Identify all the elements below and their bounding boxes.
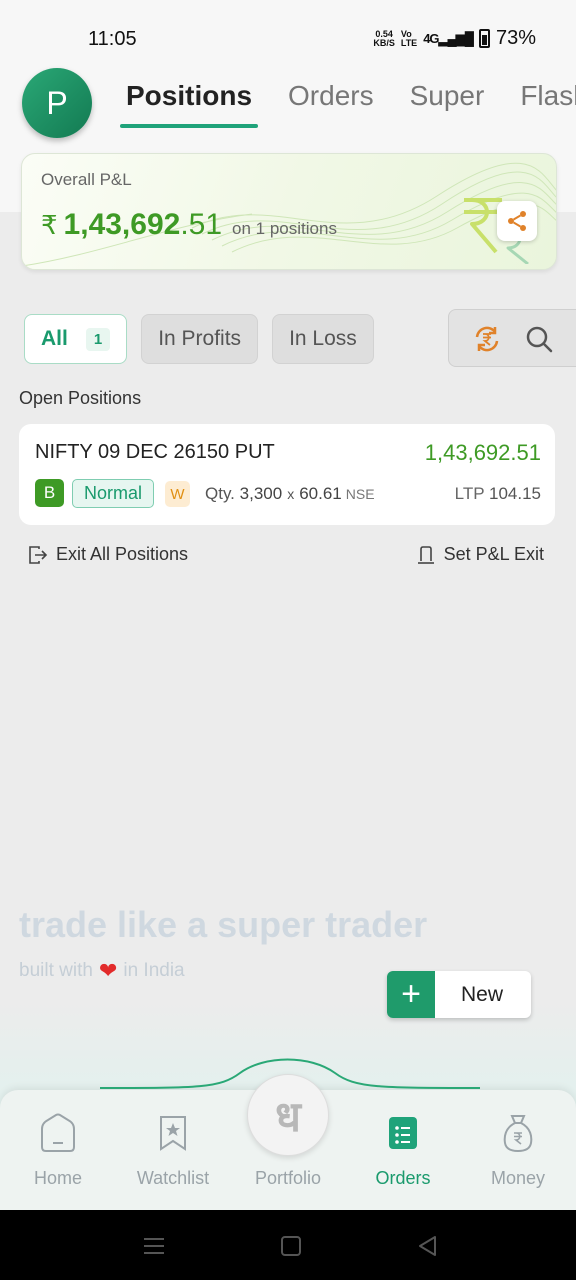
status-bar: 11:05 0.54 KB/S Vo LTE 4G▂▄▆█ 73% [0,0,576,70]
tab-super[interactable]: Super [410,80,485,112]
filter-in-profits[interactable]: In Profits [141,314,259,364]
filter-in-loss[interactable]: In Loss [272,314,374,364]
new-button-label: New [461,983,504,1006]
rupee-symbol: ₹ [41,210,58,240]
rupee-convert-button[interactable] [470,322,504,356]
back-icon[interactable] [414,1232,442,1260]
exit-all-button[interactable]: Exit All Positions [28,544,188,565]
nav-watchlist[interactable]: Watchlist [123,1110,223,1189]
position-pnl: 1,43,692.51 [424,440,541,465]
pnl-label: Overall P&L [41,170,132,189]
nav-home[interactable]: Home [8,1110,108,1189]
position-name: NIFTY 09 DEC 26150 PUT [35,441,275,463]
overall-pnl-card: Overall P&L ₹ 1,43,692 .51 on 1 position… [21,153,557,270]
position-filters: All 1 In Profits In Loss [24,314,374,364]
network-speed: 0.54 KB/S [373,28,395,48]
money-bag-icon [498,1110,538,1156]
position-ltp: LTP 104.15 [454,484,541,503]
system-nav-bar [0,1210,576,1280]
exit-icon [29,545,48,564]
search-icon [526,326,553,353]
tab-orders[interactable]: Orders [288,80,374,112]
nav-orders[interactable]: Orders [353,1110,453,1189]
pnl-integer: 1,43,692 [63,208,181,241]
search-button[interactable] [522,322,556,356]
battery-percent: 73% [495,27,536,49]
new-order-button[interactable]: + New [387,971,531,1018]
brand-tagline: trade like a super trader [19,904,428,945]
position-quantity: Qty. 3,300 x 60.61 NSE [205,484,375,503]
built-with-text: built with ❤ in India [19,958,185,983]
menu-icon[interactable] [140,1232,168,1260]
plus-icon: + [387,971,435,1018]
tools-box [448,309,576,367]
tab-positions[interactable]: Positions [119,80,259,128]
orders-list-icon [383,1110,423,1156]
product-type-badge: Normal [72,479,155,508]
share-icon [508,211,526,231]
open-positions-title: Open Positions [19,388,142,408]
tab-bar: Positions Orders Super Flash [119,80,576,128]
pnl-decimal: .51 [180,208,223,241]
status-indicators: 0.54 KB/S Vo LTE 4G▂▄▆█ 73% [373,27,536,50]
pnl-positions-count: on 1 positions [232,219,337,238]
profile-avatar[interactable]: P [22,68,92,138]
home-icon [38,1110,78,1156]
share-button[interactable] [497,201,537,241]
nav-portfolio[interactable]: Portfolio [238,1110,338,1189]
rupee-refresh-icon [475,326,499,352]
bookmark-star-icon [153,1110,193,1156]
position-actions: Exit All Positions Set P&L Exit [28,544,544,568]
nav-money[interactable]: Money [468,1110,568,1189]
weekly-badge: W [165,481,190,507]
signal-icon: 4G▂▄▆█ [423,30,474,46]
alarm-bell-icon [417,545,434,564]
filter-all-count: 1 [85,327,111,351]
home-square-icon[interactable] [277,1232,305,1260]
buy-badge: B [35,479,64,507]
pnl-value: ₹ 1,43,692 .51 on 1 positions [41,208,337,242]
volte-icon: Vo LTE [400,28,418,48]
status-time: 11:05 [88,28,137,50]
heart-icon: ❤ [98,958,118,983]
tab-flash[interactable]: Flash [520,80,576,112]
position-card[interactable]: NIFTY 09 DEC 26150 PUT 1,43,692.51 B Nor… [19,424,555,525]
set-pnl-exit-button[interactable]: Set P&L Exit [416,544,544,565]
battery-icon [478,29,490,48]
filter-all[interactable]: All 1 [24,314,128,364]
